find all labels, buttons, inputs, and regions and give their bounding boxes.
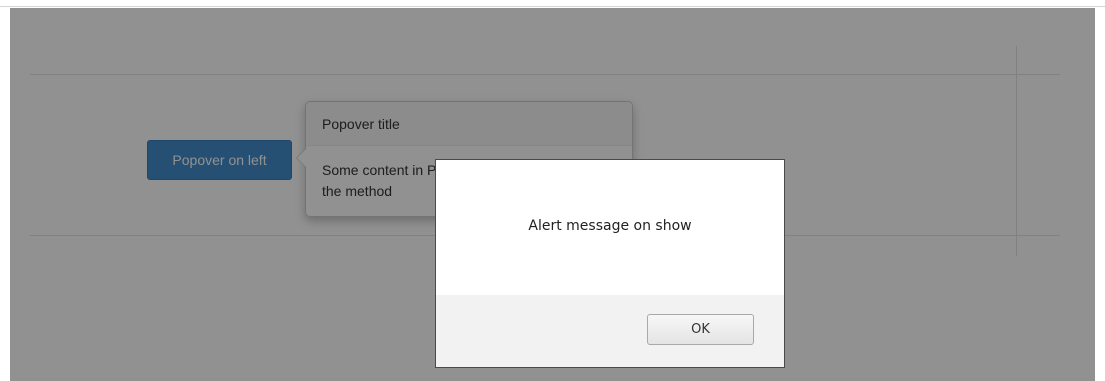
screenshot-frame: Popover on left Popover title Some conte…	[0, 0, 1105, 381]
top-divider	[0, 6, 1105, 7]
alert-dialog: Alert message on show OK	[435, 159, 785, 368]
ok-button[interactable]: OK	[647, 314, 754, 345]
dialog-footer: OK	[436, 295, 784, 367]
alert-message: Alert message on show	[528, 218, 692, 234]
